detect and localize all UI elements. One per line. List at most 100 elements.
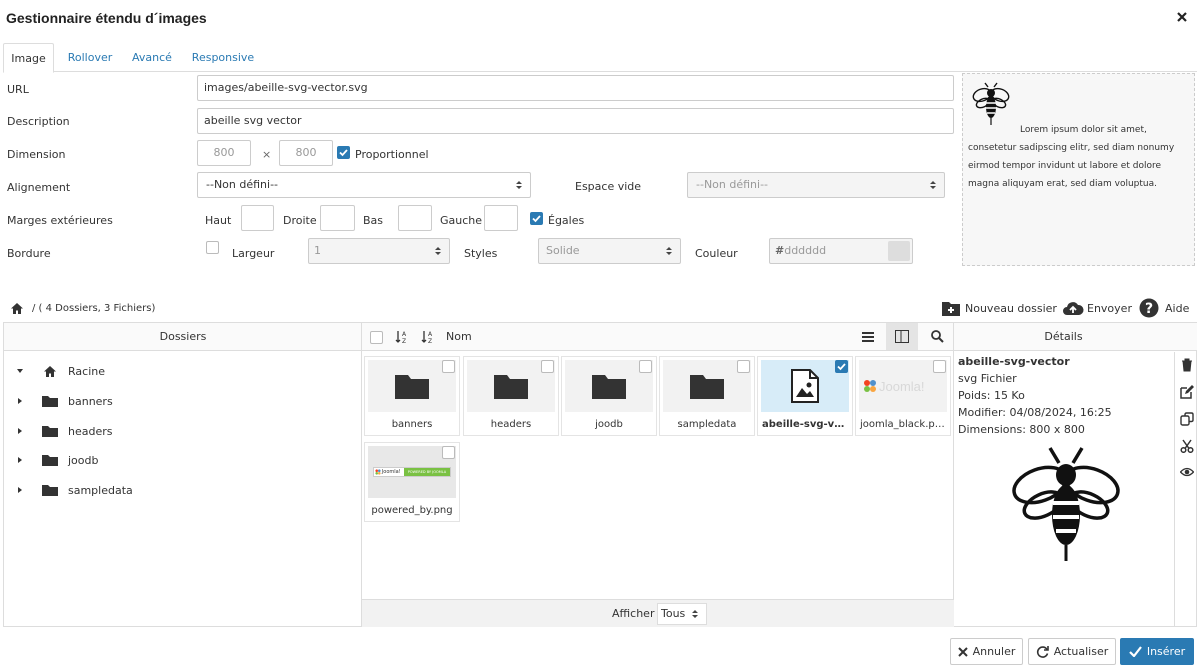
tile-checkbox[interactable] (639, 360, 652, 373)
upload-button[interactable]: Envoyer (1062, 297, 1132, 319)
caret-right-icon[interactable] (16, 397, 24, 405)
file-browser: Dossiers AZ AZ Nom Détails Racine banner… (3, 322, 1197, 627)
cancel-button[interactable]: Annuler (950, 638, 1023, 665)
proportional-checkbox[interactable] (337, 146, 350, 159)
sort-descending-icon[interactable]: AZ (421, 330, 435, 344)
sort-label[interactable]: Nom (446, 323, 472, 351)
tile-checkbox[interactable] (835, 360, 848, 373)
margin-left-label: Gauche (440, 214, 483, 227)
refresh-button[interactable]: Actualiser (1028, 638, 1116, 665)
margin-bottom-input[interactable] (398, 205, 432, 231)
file-tile-powered-by[interactable]: Joomla! POWERED BY JOOMLA powered_by.png (364, 442, 460, 522)
detail-name: abeille-svg-vector (958, 355, 1070, 368)
select-arrows-icon (930, 181, 936, 189)
border-width-select[interactable]: 1 (308, 238, 450, 264)
file-tile-joomla-black[interactable]: Joomla! joomla_black.png (855, 356, 951, 436)
margin-bottom-label: Bas (363, 214, 384, 227)
file-tile-abeille[interactable]: abeille-svg-vect... (757, 356, 853, 436)
select-arrows-icon (666, 247, 672, 255)
tile-checkbox[interactable] (737, 360, 750, 373)
border-styles-select[interactable]: Solide (538, 238, 681, 264)
equal-checkbox[interactable] (530, 212, 543, 225)
tab-bar: Image Rollover Avancé Responsive (3, 43, 1197, 73)
close-icon[interactable] (1176, 11, 1188, 23)
home-icon[interactable] (10, 302, 24, 315)
alignment-select[interactable]: --Non défini-- (197, 172, 531, 198)
details-panel: abeille-svg-vector svg Fichier Poids: 15… (958, 353, 1112, 438)
list-view-icon[interactable] (862, 332, 874, 342)
powered-banner: Joomla! POWERED BY JOOMLA (372, 467, 452, 477)
image-file-icon (791, 369, 819, 403)
sort-ascending-icon[interactable]: AZ (395, 330, 409, 344)
height-input[interactable]: 800 (279, 140, 333, 166)
tab-advanced[interactable]: Avancé (127, 43, 177, 72)
color-swatch[interactable] (888, 241, 910, 261)
show-label: Afficher (612, 607, 655, 620)
margin-right-input[interactable] (320, 205, 355, 231)
detail-size: Poids: 15 Ko (958, 389, 1025, 402)
folder-icon (42, 485, 58, 496)
description-label: Description (7, 115, 70, 128)
joomla-logo-icon (864, 380, 876, 392)
tab-rollover[interactable]: Rollover (59, 43, 121, 72)
svg-text:Z: Z (428, 338, 432, 344)
help-icon: ? (1139, 298, 1159, 318)
svg-text:?: ? (1145, 301, 1153, 317)
tile-checkbox[interactable] (933, 360, 946, 373)
help-button[interactable]: ? Aide (1139, 297, 1189, 319)
caret-down-icon[interactable] (16, 367, 24, 375)
url-input[interactable]: images/abeille-svg-vector.svg (197, 75, 954, 101)
tile-checkbox[interactable] (442, 446, 455, 459)
detail-type: svg Fichier (958, 372, 1017, 385)
folder-add-icon (942, 301, 960, 316)
tree-item-sampledata[interactable]: sampledata (16, 480, 133, 500)
joomla-logo-icon (375, 469, 381, 475)
tab-responsive[interactable]: Responsive (188, 43, 258, 72)
description-input[interactable]: abeille svg vector (197, 108, 954, 134)
border-color-input[interactable]: #dddddd (769, 238, 913, 264)
space-label: Espace vide (575, 180, 642, 193)
tree-item-root[interactable]: Racine (16, 361, 105, 381)
powered-text: POWERED BY JOOMLA (403, 468, 451, 476)
search-icon[interactable] (931, 330, 944, 343)
tile-checkbox[interactable] (541, 360, 554, 373)
check-icon (1129, 646, 1142, 657)
border-checkbox[interactable] (206, 241, 219, 254)
proportional-label: Proportionnel (355, 148, 429, 161)
cut-icon[interactable] (1180, 439, 1194, 453)
file-tile-banners[interactable]: banners (364, 356, 460, 436)
margin-left-input[interactable] (484, 205, 518, 231)
view-icon[interactable] (1180, 465, 1194, 479)
copy-icon[interactable] (1180, 412, 1194, 426)
border-width-label: Largeur (232, 247, 275, 260)
delete-icon[interactable] (1180, 358, 1194, 372)
details-view-toggle[interactable] (886, 323, 918, 350)
select-all-checkbox[interactable] (370, 331, 383, 344)
margin-top-input[interactable] (241, 205, 274, 231)
insert-button[interactable]: Insérer (1120, 638, 1194, 665)
show-select[interactable]: Tous (657, 603, 707, 625)
caret-right-icon[interactable] (16, 456, 24, 464)
tree-item-joodb[interactable]: joodb (16, 450, 98, 470)
svg-text:Z: Z (402, 338, 406, 344)
caret-right-icon[interactable] (16, 427, 24, 435)
tile-checkbox[interactable] (442, 360, 455, 373)
preview-text: Lorem ipsum dolor sit amet, consetetur s… (968, 125, 1175, 189)
edit-icon[interactable] (1180, 385, 1194, 399)
powered-joomla-text: Joomla! (381, 469, 401, 475)
tab-image[interactable]: Image (3, 43, 54, 73)
border-width-value: 1 (314, 244, 321, 257)
bee-detail-image (1012, 447, 1120, 561)
files-toolbar: AZ AZ Nom (362, 323, 954, 351)
svg-text:A: A (402, 331, 407, 338)
new-folder-button[interactable]: Nouveau dossier (941, 297, 1057, 319)
home-icon (44, 365, 56, 377)
tree-item-headers[interactable]: headers (16, 421, 112, 441)
file-tile-headers[interactable]: headers (463, 356, 559, 436)
space-select[interactable]: --Non défini-- (687, 172, 945, 198)
tree-item-banners[interactable]: banners (16, 391, 113, 411)
file-tile-sampledata[interactable]: sampledata (659, 356, 755, 436)
caret-right-icon[interactable] (16, 486, 24, 494)
width-input[interactable]: 800 (197, 140, 251, 166)
file-tile-joodb[interactable]: joodb (561, 356, 657, 436)
